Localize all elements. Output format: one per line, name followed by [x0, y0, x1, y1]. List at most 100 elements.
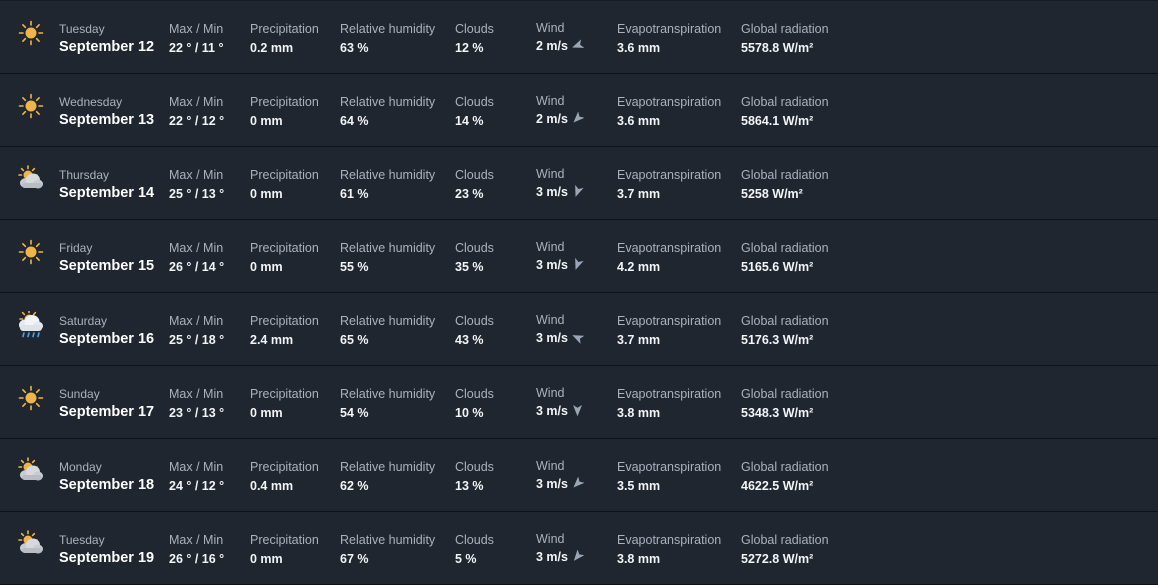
- date: September 13: [59, 112, 155, 128]
- forecast-row[interactable]: Sunday September 17 Max / Min 23 ° / 13 …: [0, 366, 1158, 439]
- wind-value-group: 3 m/s: [536, 477, 584, 491]
- forecast-list: Tuesday September 12 Max / Min 22 ° / 11…: [0, 0, 1158, 585]
- clouds-label: Clouds: [455, 314, 494, 328]
- forecast-row[interactable]: Wednesday September 13 Max / Min 22 ° / …: [0, 74, 1158, 147]
- weekday: Thursday: [59, 168, 110, 182]
- max-min-value: 25 ° / 18 °: [169, 333, 225, 347]
- radiation-label: Global radiation: [741, 22, 829, 36]
- precipitation-label: Precipitation: [250, 241, 319, 255]
- wind-direction-icon: [568, 550, 584, 564]
- wind-direction-icon: [568, 477, 584, 491]
- max-min-label: Max / Min: [169, 22, 224, 36]
- evapotranspiration-value: 3.5 mm: [617, 479, 661, 493]
- wind-value-group: 3 m/s: [536, 550, 584, 564]
- wind-value-group: 3 m/s: [536, 258, 584, 272]
- humidity-value: 61 %: [340, 187, 369, 201]
- max-min-value: 23 ° / 13 °: [169, 406, 225, 420]
- clouds-value: 5 %: [455, 552, 477, 566]
- wind-value-group: 3 m/s: [536, 404, 584, 418]
- max-min-label: Max / Min: [169, 241, 224, 255]
- precipitation-value: 2.4 mm: [250, 333, 294, 347]
- humidity-label: Relative humidity: [340, 241, 436, 255]
- max-min-label: Max / Min: [169, 533, 224, 547]
- max-min-label: Max / Min: [169, 95, 224, 109]
- wind-direction-icon: [568, 331, 584, 345]
- wind-label: Wind: [536, 532, 565, 546]
- radiation-value: 5272.8 W/m²: [741, 552, 814, 566]
- radiation-value: 4622.5 W/m²: [741, 479, 814, 493]
- forecast-row[interactable]: Saturday September 16 Max / Min 25 ° / 1…: [0, 293, 1158, 366]
- evapotranspiration-value: 4.2 mm: [617, 260, 661, 274]
- clouds-value: 43 %: [455, 333, 484, 347]
- radiation-label: Global radiation: [741, 387, 829, 401]
- precipitation-value: 0 mm: [250, 406, 283, 420]
- evapotranspiration-label: Evapotranspiration: [617, 460, 722, 474]
- clouds-label: Clouds: [455, 460, 494, 474]
- radiation-label: Global radiation: [741, 241, 829, 255]
- radiation-value: 5176.3 W/m²: [741, 333, 814, 347]
- radiation-label: Global radiation: [741, 168, 829, 182]
- precipitation-value: 0 mm: [250, 552, 283, 566]
- wind-label: Wind: [536, 240, 565, 254]
- precipitation-label: Precipitation: [250, 168, 319, 182]
- evapotranspiration-value: 3.6 mm: [617, 114, 661, 128]
- evapotranspiration-label: Evapotranspiration: [617, 387, 722, 401]
- date: September 15: [59, 258, 155, 274]
- max-min-value: 25 ° / 13 °: [169, 187, 225, 201]
- wind-label: Wind: [536, 21, 565, 35]
- clouds-value: 35 %: [455, 260, 484, 274]
- humidity-value: 54 %: [340, 406, 369, 420]
- evapotranspiration-value: 3.6 mm: [617, 41, 661, 55]
- clouds-label: Clouds: [455, 387, 494, 401]
- forecast-row[interactable]: Tuesday September 12 Max / Min 22 ° / 11…: [0, 1, 1158, 74]
- wind-value: 3 m/s: [536, 404, 568, 418]
- humidity-value: 62 %: [340, 479, 369, 493]
- humidity-value: 63 %: [340, 41, 369, 55]
- evapotranspiration-value: 3.8 mm: [617, 406, 661, 420]
- max-min-label: Max / Min: [169, 314, 224, 328]
- max-min-value: 22 ° / 11 °: [169, 41, 224, 55]
- precipitation-label: Precipitation: [250, 533, 319, 547]
- clouds-value: 14 %: [455, 114, 484, 128]
- radiation-label: Global radiation: [741, 314, 829, 328]
- wind-value-group: 2 m/s: [536, 39, 584, 53]
- clouds-label: Clouds: [455, 241, 494, 255]
- humidity-value: 55 %: [340, 260, 369, 274]
- wind-value-group: 2 m/s: [536, 112, 584, 126]
- max-min-value: 24 ° / 12 °: [169, 479, 225, 493]
- wind-label: Wind: [536, 459, 565, 473]
- forecast-row[interactable]: Friday September 15 Max / Min 26 ° / 14 …: [0, 220, 1158, 293]
- precipitation-value: 0.4 mm: [250, 479, 294, 493]
- wind-direction-icon: [568, 404, 584, 418]
- forecast-row[interactable]: Tuesday September 19 Max / Min 26 ° / 16…: [0, 512, 1158, 585]
- date: September 17: [59, 404, 155, 420]
- sun-icon: [17, 238, 45, 266]
- sun-icon: [17, 19, 45, 47]
- evapotranspiration-label: Evapotranspiration: [617, 168, 722, 182]
- precipitation-label: Precipitation: [250, 95, 319, 109]
- evapotranspiration-label: Evapotranspiration: [617, 95, 722, 109]
- evapotranspiration-value: 3.7 mm: [617, 187, 661, 201]
- weekday: Tuesday: [59, 533, 105, 547]
- max-min-label: Max / Min: [169, 168, 224, 182]
- radiation-label: Global radiation: [741, 533, 829, 547]
- precipitation-value: 0 mm: [250, 260, 283, 274]
- forecast-row[interactable]: Thursday September 14 Max / Min 25 ° / 1…: [0, 147, 1158, 220]
- wind-direction-icon: [568, 185, 584, 199]
- max-min-label: Max / Min: [169, 460, 224, 474]
- wind-direction-icon: [568, 112, 584, 126]
- humidity-label: Relative humidity: [340, 314, 436, 328]
- radiation-label: Global radiation: [741, 95, 829, 109]
- precipitation-label: Precipitation: [250, 314, 319, 328]
- radiation-value: 5864.1 W/m²: [741, 114, 814, 128]
- forecast-row[interactable]: Monday September 18 Max / Min 24 ° / 12 …: [0, 439, 1158, 512]
- wind-value: 3 m/s: [536, 185, 568, 199]
- evapotranspiration-label: Evapotranspiration: [617, 241, 722, 255]
- wind-value: 3 m/s: [536, 258, 568, 272]
- precipitation-label: Precipitation: [250, 387, 319, 401]
- evapotranspiration-label: Evapotranspiration: [617, 22, 722, 36]
- radiation-label: Global radiation: [741, 460, 829, 474]
- sun-behind-cloud-icon: [17, 457, 45, 485]
- sun-cloud-rain-icon: [17, 309, 45, 339]
- max-min-value: 26 ° / 14 °: [169, 260, 225, 274]
